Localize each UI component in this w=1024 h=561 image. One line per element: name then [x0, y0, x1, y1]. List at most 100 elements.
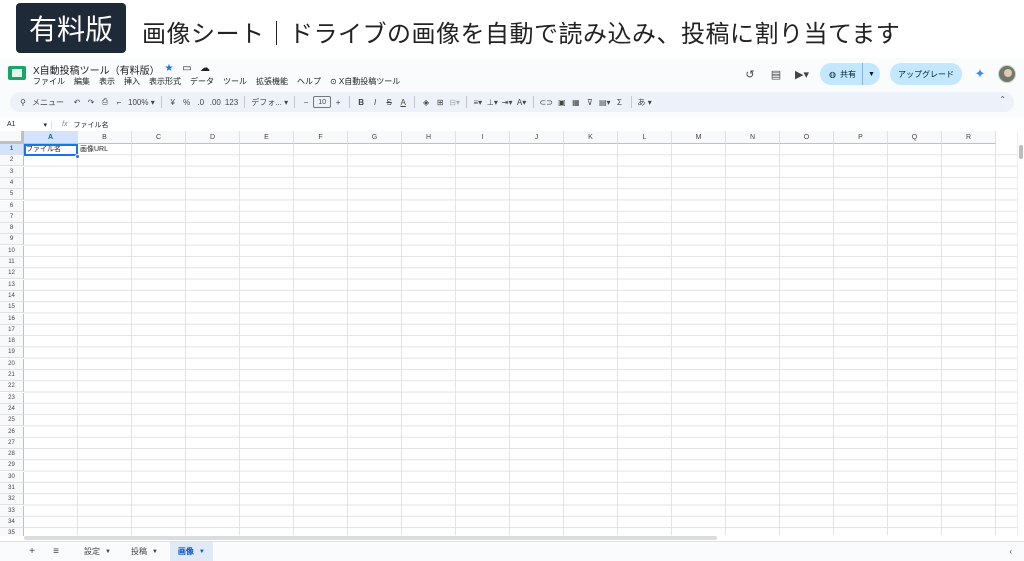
history-icon[interactable]: ↺ [742, 66, 758, 82]
row-header[interactable]: 16 [0, 313, 24, 325]
increase-decimal-button[interactable]: .00 [208, 94, 223, 110]
sheet-tab[interactable]: 投稿 ▼ [123, 542, 166, 561]
row-header[interactable]: 3 [0, 166, 24, 178]
vertical-scrollbar[interactable] [1017, 131, 1024, 536]
insert-comment-icon[interactable]: ▣ [555, 94, 569, 110]
vertical-scroll-thumb[interactable] [1019, 145, 1023, 159]
row-header[interactable]: 7 [0, 211, 24, 223]
share-button[interactable]: ◍ 共有 ▼ [820, 63, 880, 85]
row-header[interactable]: 15 [0, 302, 24, 314]
column-header[interactable]: H [402, 131, 456, 144]
comments-icon[interactable]: ▤ [768, 66, 784, 82]
menu-tools[interactable]: ツール [223, 76, 247, 87]
column-header[interactable]: C [132, 131, 186, 144]
row-header[interactable]: 1 [0, 144, 24, 155]
cell-b1[interactable]: 画像URL [78, 144, 108, 155]
column-header[interactable]: G [348, 131, 402, 144]
row-header[interactable]: 14 [0, 290, 24, 302]
column-header[interactable]: K [564, 131, 618, 144]
redo-icon[interactable]: ↷ [84, 94, 98, 110]
row-header[interactable]: 18 [0, 336, 24, 348]
italic-icon[interactable]: I [368, 94, 382, 110]
row-header[interactable]: 27 [0, 437, 24, 449]
chevron-down-icon[interactable]: ▼ [105, 549, 111, 555]
explore-toggle-icon[interactable]: ‹ [1009, 547, 1012, 556]
column-header[interactable]: J [510, 131, 564, 144]
row-header[interactable]: 17 [0, 324, 24, 336]
currency-format-button[interactable]: ¥ [166, 94, 180, 110]
menu-format[interactable]: 表示形式 [149, 76, 181, 87]
row-header[interactable]: 12 [0, 268, 24, 280]
menu-help[interactable]: ヘルプ [297, 76, 321, 87]
upgrade-button[interactable]: アップグレード [890, 63, 962, 85]
column-header[interactable]: P [834, 131, 888, 144]
text-wrap-icon[interactable]: ⇥▾ [500, 94, 515, 110]
row-header[interactable]: 10 [0, 245, 24, 257]
font-size-input[interactable]: 10 [313, 96, 332, 108]
avatar[interactable] [998, 65, 1016, 83]
row-header[interactable]: 19 [0, 347, 24, 359]
functions-icon[interactable]: Σ [613, 94, 627, 110]
row-header[interactable]: 2 [0, 155, 24, 167]
print-icon[interactable]: ⎙ [98, 94, 112, 110]
menu-insert[interactable]: 挿入 [124, 76, 140, 87]
menu-edit[interactable]: 編集 [74, 76, 90, 87]
row-header[interactable]: 32 [0, 494, 24, 506]
text-color-icon[interactable]: A [396, 94, 410, 110]
search-icon[interactable]: ⚲ [16, 94, 30, 110]
meet-icon[interactable]: ▶▾ [794, 66, 810, 82]
star-icon[interactable]: ★ [163, 63, 175, 74]
column-header[interactable]: D [186, 131, 240, 144]
column-header[interactable]: A [24, 131, 78, 144]
row-header[interactable]: 22 [0, 381, 24, 393]
add-sheet-icon[interactable]: + [22, 546, 42, 557]
column-header[interactable]: B [78, 131, 132, 144]
row-header[interactable]: 21 [0, 370, 24, 381]
row-header[interactable]: 11 [0, 257, 24, 268]
undo-icon[interactable]: ↶ [70, 94, 84, 110]
menu-file[interactable]: ファイル [33, 76, 65, 87]
strikethrough-icon[interactable]: S [382, 94, 396, 110]
chevron-down-icon[interactable]: ▾ [43, 121, 47, 129]
merge-cells-icon[interactable]: ⊟▾ [447, 94, 462, 110]
column-header[interactable]: R [942, 131, 996, 144]
collapse-menus-icon[interactable]: ⌃ [999, 95, 1006, 104]
column-header[interactable]: O [780, 131, 834, 144]
row-header[interactable]: 35 [0, 528, 24, 536]
document-title[interactable]: X自動投稿ツール（有料版） [33, 62, 160, 77]
decrease-decimal-button[interactable]: .0 [194, 94, 208, 110]
font-size-decrease-icon[interactable]: − [299, 94, 313, 110]
fill-color-icon[interactable]: ◈ [419, 94, 433, 110]
menu-extensions[interactable]: 拡張機能 [256, 76, 288, 87]
sheet-tab[interactable]: 設定 ▼ [76, 542, 119, 561]
horizontal-align-icon[interactable]: ≡▾ [471, 94, 485, 110]
column-header[interactable]: L [618, 131, 672, 144]
input-tools-button[interactable]: あ ▾ [636, 94, 654, 110]
formula-input[interactable]: ファイル名 [67, 120, 108, 130]
borders-icon[interactable]: ⊞ [433, 94, 447, 110]
column-header[interactable]: Q [888, 131, 942, 144]
row-header[interactable]: 31 [0, 483, 24, 494]
percent-format-button[interactable]: % [180, 94, 194, 110]
select-all-corner[interactable] [0, 131, 24, 144]
horizontal-scroll-thumb[interactable] [24, 536, 717, 540]
row-header[interactable]: 34 [0, 516, 24, 528]
column-header[interactable]: I [456, 131, 510, 144]
row-header[interactable]: 23 [0, 392, 24, 404]
row-header[interactable]: 6 [0, 200, 24, 212]
column-header[interactable]: F [294, 131, 348, 144]
menu-x-auto-post-tool[interactable]: ⊙ X自動投稿ツール [330, 76, 400, 87]
row-header[interactable]: 25 [0, 415, 24, 427]
name-box[interactable]: A1 ▾ [0, 120, 52, 129]
font-size-increase-icon[interactable]: + [331, 94, 345, 110]
chevron-down-icon[interactable]: ▼ [199, 549, 205, 555]
row-header[interactable]: 30 [0, 471, 24, 483]
fill-handle[interactable] [75, 154, 80, 159]
row-header[interactable]: 13 [0, 279, 24, 291]
row-header[interactable]: 8 [0, 223, 24, 235]
row-header[interactable]: 33 [0, 505, 24, 517]
column-header[interactable]: N [726, 131, 780, 144]
column-header[interactable]: E [240, 131, 294, 144]
menu-data[interactable]: データ [190, 76, 214, 87]
vertical-align-icon[interactable]: ⊥▾ [485, 94, 500, 110]
